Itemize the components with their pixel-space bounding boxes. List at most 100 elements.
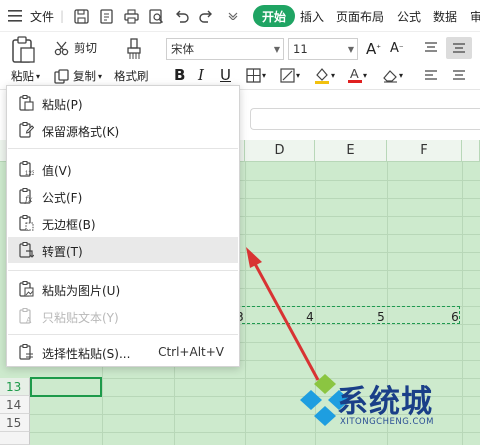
align-top-icon[interactable] [424,42,438,54]
paste-text-only-icon: A [19,308,32,324]
menu-item-keep-source-format[interactable]: 保留源格式(K) [8,117,238,143]
copy-dropdown-icon[interactable]: ▾ [98,72,102,81]
chevron-down-icon: ▼ [273,45,280,54]
menu-item-label: 转置(T) [42,245,83,259]
no-border-icon [19,215,34,231]
tab-home[interactable]: 开始 [253,5,296,27]
svg-text:123: 123 [25,171,34,177]
menu-item-label: 值(V) [42,164,72,178]
menu-item-label: 粘贴(P) [42,98,83,112]
column-header-e[interactable]: E [315,140,387,162]
export-pdf-icon[interactable] [99,0,114,32]
cell-value[interactable]: 5 [371,310,391,324]
menu-item-formulas[interactable]: fx 公式(F) [8,183,238,209]
transpose-icon [19,242,34,258]
column-header-d[interactable]: D [245,140,315,162]
font-color-icon[interactable]: A ▾ [348,66,367,84]
menu-separator [8,334,238,335]
format-painter-icon[interactable] [126,38,142,60]
menu-item-label: 只粘贴文本(Y) [42,311,119,325]
tab-data[interactable]: 数据 [433,0,457,32]
font-name-value: 宋体 [171,42,194,56]
menu-item-transpose[interactable]: 转置(T) [8,237,238,263]
gridline [245,162,246,445]
menu-item-label: 粘贴为图片(U) [42,284,121,298]
menu-separator [8,148,238,149]
column-header-g[interactable] [462,140,480,162]
redo-icon[interactable] [199,0,214,32]
undo-icon[interactable] [174,0,189,32]
menu-separator [8,270,238,271]
hamburger-menu-icon[interactable] [8,0,22,32]
font-name-select[interactable]: 宋体 ▼ [166,38,284,60]
increase-font-icon[interactable]: A ⁺ [366,40,381,58]
svg-text:fx: fx [24,195,33,204]
align-middle-icon[interactable] [446,37,472,59]
cut-button[interactable]: 剪切 [54,40,97,56]
clipboard-icon[interactable] [10,36,36,64]
copy-label: 复制 [73,69,96,83]
menu-item-values[interactable]: 123 值(V) [8,156,238,182]
watermark-title: 系统城 [337,384,433,420]
italic-icon[interactable]: I [198,66,204,84]
font-size-value: 11 [293,42,308,56]
paste-as-picture-icon [19,281,34,297]
menu-item-label: 保留源格式(K) [42,125,120,139]
menu-divider: | [60,9,65,23]
svg-text:A: A [350,66,359,81]
paste-special-icon [19,344,33,360]
menu-item-label: 无边框(B) [42,218,96,232]
font-size-select[interactable]: 11 ▼ [288,38,358,60]
menu-item-paste-special[interactable]: 选择性粘贴(S)... Ctrl+Alt+V [8,339,238,365]
paste-icon [19,95,34,111]
menu-item-paste-text-only[interactable]: A 只粘贴文本(Y) [8,303,238,329]
formula-input[interactable] [250,108,480,130]
underline-icon[interactable]: U [220,66,231,84]
paste-button-label: 粘贴 [11,69,34,83]
cut-label: 剪切 [74,41,97,55]
tab-review[interactable]: 审 [470,0,480,32]
align-center-icon[interactable] [452,70,466,82]
save-icon[interactable] [74,0,89,32]
tab-page-layout[interactable]: 页面布局 [336,0,384,32]
clear-format-icon[interactable]: ▾ [382,68,403,83]
menu-item-paste[interactable]: 粘贴(P) [8,90,238,116]
row-header-15[interactable]: 15 [0,414,30,432]
row-header-14[interactable]: 14 [0,396,30,414]
align-left-icon[interactable] [424,70,438,82]
watermark-subtitle: XITONGCHENG.COM [340,417,434,427]
svg-text:A: A [26,316,32,324]
chevron-down-icon: ▼ [347,45,354,54]
column-header-f[interactable]: F [387,140,462,162]
copy-icon [54,68,69,84]
row-header[interactable] [0,432,30,445]
scissors-icon [54,41,69,55]
fill-color-icon[interactable]: ▾ [314,67,335,84]
decrease-font-icon[interactable]: A ⁻ [390,41,404,56]
bold-icon[interactable]: B [174,66,185,84]
paste-button[interactable]: 粘贴 ▾ [11,68,40,84]
keep-source-format-icon [19,122,34,138]
row-header-13[interactable]: 13 [0,378,30,396]
tab-insert[interactable]: 插入 [300,0,324,32]
menu-item-label: 公式(F) [42,191,83,205]
cell-style-icon[interactable]: ▾ [280,68,300,83]
paste-values-icon: 123 [19,161,34,177]
format-painter-button[interactable]: 格式刷 [114,68,149,84]
ribbon-toolbar: 粘贴 ▾ 剪切 复制 ▾ 格式刷 宋体 ▼ 11 ▼ A ⁺ A ⁻ B I U ▾… [0,32,480,90]
paste-formula-icon: fx [19,188,33,204]
cell-value[interactable]: 4 [300,310,320,324]
paste-dropdown-icon[interactable]: ▾ [36,72,40,81]
menu-bar: 文件 | 开始 插入 页面布局 公式 数据 审 [0,0,480,32]
tab-formulas[interactable]: 公式 [397,0,421,32]
copy-button[interactable]: 复制 ▾ [54,68,102,84]
file-menu[interactable]: 文件 [30,0,54,32]
menu-item-no-borders[interactable]: 无边框(B) [8,210,238,236]
quick-access-dropdown-icon[interactable] [228,0,238,32]
menu-item-paste-as-picture[interactable]: 粘贴为图片(U) [8,276,238,302]
print-icon[interactable] [124,0,139,32]
active-cell[interactable] [30,377,102,397]
cell-value[interactable]: 6 [445,310,465,324]
border-icon[interactable]: ▾ [246,68,266,83]
print-preview-icon[interactable] [149,0,164,32]
